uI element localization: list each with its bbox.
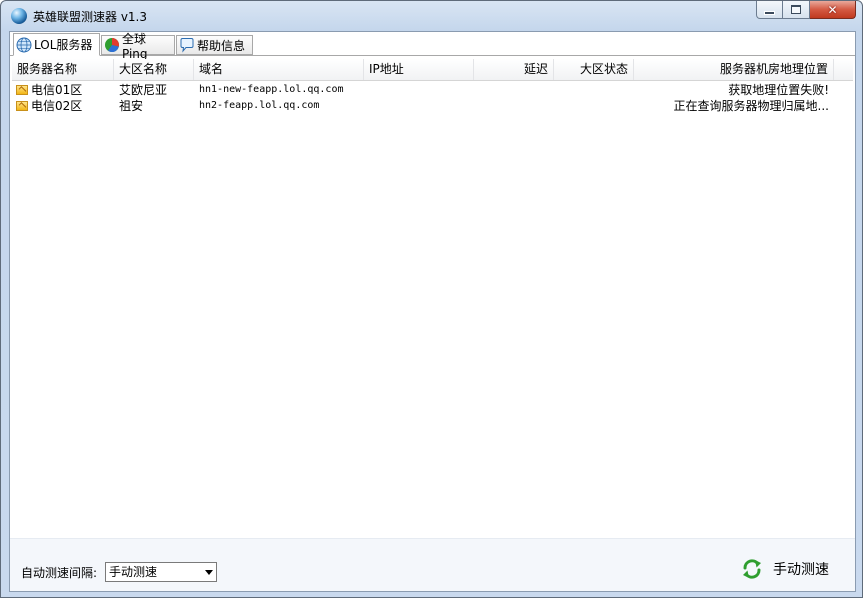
globe-icon [16, 37, 32, 52]
app-globe-icon [11, 8, 27, 24]
window-controls: ✕ [756, 1, 856, 21]
maximize-button[interactable] [783, 1, 810, 19]
cell-ip [364, 82, 474, 98]
column-header-latency[interactable]: 延迟 [474, 59, 554, 80]
interval-select-value: 手动测速 [109, 565, 158, 579]
column-header-region-status[interactable]: 大区状态 [554, 59, 634, 80]
folder-icon [16, 85, 28, 95]
refresh-icon [743, 559, 761, 579]
column-header-region[interactable]: 大区名称 [114, 59, 194, 80]
maximize-icon [791, 5, 801, 14]
cell-region-status [554, 98, 634, 114]
title-bar[interactable]: 英雄联盟测速器 v1.3 ✕ [1, 1, 862, 31]
interval-select[interactable]: 手动测速 [105, 562, 217, 582]
cell-location: 正在查询服务器物理归属地... [673, 99, 829, 113]
minimize-icon [764, 10, 775, 15]
table-row[interactable]: 电信01区 艾欧尼亚 hn1-new-feapp.lol.qq.com 获取地理… [12, 82, 853, 98]
list-header: 服务器名称 大区名称 域名 IP地址 延迟 大区状态 服务器机房地理位置 [12, 59, 853, 81]
cell-domain: hn1-new-feapp.lol.qq.com [199, 84, 344, 95]
close-button[interactable]: ✕ [810, 1, 856, 19]
table-row[interactable]: 电信02区 祖安 hn2-feapp.lol.qq.com 正在查询服务器物理归… [12, 98, 853, 114]
cell-server-name: 电信01区 [12, 82, 114, 98]
bottom-toolbar: 自动测速间隔: 手动测速 手动测速 [10, 538, 855, 591]
column-header-domain[interactable]: 域名 [194, 59, 364, 80]
tab-lol-servers[interactable]: LOL服务器 [13, 33, 100, 56]
tab-bar: LOL服务器 全球Ping 帮助信息 [10, 32, 855, 61]
minimize-button[interactable] [756, 1, 783, 19]
cell-latency [474, 98, 554, 114]
cell-latency [474, 82, 554, 98]
pie-chart-icon [105, 38, 119, 53]
cell-server-name: 电信02区 [12, 98, 114, 114]
cell-location: 获取地理位置失败! [728, 83, 829, 97]
tab-global-ping[interactable]: 全球Ping [101, 32, 175, 61]
server-list[interactable]: 服务器名称 大区名称 域名 IP地址 延迟 大区状态 服务器机房地理位置 电信0… [12, 59, 853, 535]
client-area: LOL服务器 全球Ping 帮助信息 服务器名称 大区名称 域名 IP地址 延迟… [9, 31, 856, 592]
window-title: 英雄联盟测速器 v1.3 [33, 10, 148, 24]
dropdown-arrow-icon [205, 570, 213, 575]
manual-test-label: 手动测速 [773, 562, 829, 578]
column-header-ip[interactable]: IP地址 [364, 59, 474, 80]
tab-label: LOL服务器 [34, 38, 93, 52]
close-icon: ✕ [827, 2, 838, 17]
folder-icon [16, 101, 28, 111]
cell-ip [364, 98, 474, 114]
column-header-server-name[interactable]: 服务器名称 [12, 59, 114, 80]
column-header-location[interactable]: 服务器机房地理位置 [634, 59, 834, 80]
tab-label: 全球Ping [122, 31, 148, 61]
cell-region: 艾欧尼亚 [119, 83, 168, 97]
interval-label: 自动测速间隔: [21, 566, 98, 580]
speech-bubble-icon [180, 38, 194, 53]
tab-help[interactable]: 帮助信息 [176, 35, 253, 55]
cell-region-status [554, 82, 634, 98]
tab-label: 帮助信息 [197, 38, 246, 53]
cell-domain: hn2-feapp.lol.qq.com [199, 100, 320, 111]
cell-region: 祖安 [119, 99, 144, 113]
manual-test-button[interactable]: 手动测速 [741, 555, 829, 583]
app-window: 英雄联盟测速器 v1.3 ✕ LOL服务器 全球Ping 帮助信息 服务器名称 … [0, 0, 863, 598]
